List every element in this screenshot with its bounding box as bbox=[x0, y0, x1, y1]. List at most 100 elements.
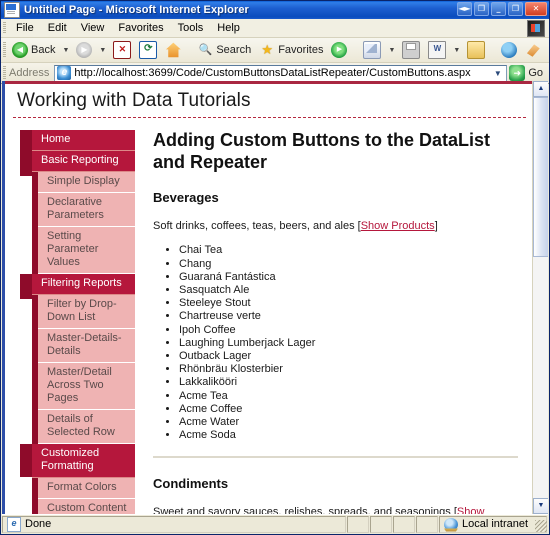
sidebar-item-basic-reporting[interactable]: Basic Reporting bbox=[32, 151, 135, 172]
menu-file[interactable]: File bbox=[9, 21, 41, 35]
refresh-icon bbox=[139, 41, 157, 59]
resize-grip[interactable] bbox=[535, 520, 547, 532]
sidebar-item-custom-content-gridview[interactable]: Custom Content in a GridView bbox=[38, 499, 135, 514]
messenger-button[interactable] bbox=[498, 41, 520, 59]
go-icon bbox=[509, 65, 525, 81]
media-button[interactable] bbox=[328, 41, 350, 59]
media-icon bbox=[331, 42, 347, 58]
window-group-button[interactable]: ❐ bbox=[474, 2, 489, 16]
menu-edit[interactable]: Edit bbox=[41, 21, 74, 35]
list-item: Guaraná Fantástica bbox=[179, 271, 518, 284]
menu-favorites[interactable]: Favorites bbox=[111, 21, 170, 35]
sidebar-nav: Home Basic Reporting Simple Display Decl… bbox=[5, 118, 135, 514]
sidebar-item-simple-display[interactable]: Simple Display bbox=[38, 172, 135, 193]
refresh-button[interactable] bbox=[136, 40, 160, 60]
address-label: Address bbox=[9, 67, 49, 79]
title-bar: Untitled Page - Microsoft Internet Explo… bbox=[1, 1, 549, 19]
show-products-link-beverages[interactable]: Show Products bbox=[361, 220, 435, 232]
page-viewport: Working with Data Tutorials Home Basic R… bbox=[2, 81, 548, 514]
sidebar-item-format-colors[interactable]: Format Colors bbox=[38, 478, 135, 499]
restore-group-button[interactable]: ◄► bbox=[457, 2, 472, 16]
favorites-button[interactable]: Favorites bbox=[256, 41, 326, 59]
security-zone-text: Local intranet bbox=[462, 518, 528, 530]
status-pad-3 bbox=[393, 516, 415, 533]
browser-window: Untitled Page - Microsoft Internet Explo… bbox=[0, 0, 550, 535]
ie-globe-icon bbox=[57, 66, 71, 80]
address-dropdown-icon[interactable]: ▼ bbox=[490, 66, 505, 81]
page-title: Adding Custom Buttons to the DataList an… bbox=[153, 130, 518, 174]
menu-help[interactable]: Help bbox=[210, 21, 247, 35]
list-item: Chartreuse verte bbox=[179, 310, 518, 323]
back-dropdown-icon[interactable]: ▼ bbox=[62, 47, 69, 54]
scroll-up-button[interactable]: ▲ bbox=[533, 81, 548, 97]
list-item: Acme Tea bbox=[179, 390, 518, 403]
maximize-button[interactable]: ❐ bbox=[508, 2, 523, 16]
back-button[interactable]: Back bbox=[9, 41, 58, 59]
forward-icon bbox=[76, 42, 92, 58]
category-description-text: Sweet and savory sauces, relishes, sprea… bbox=[153, 506, 457, 514]
sidebar-item-master-details-details[interactable]: Master-Details-Details bbox=[38, 329, 135, 363]
nav-section-customized-formatting: Customized Formatting Format Colors Cust… bbox=[20, 444, 135, 514]
status-pad-4 bbox=[416, 516, 438, 533]
search-label: Search bbox=[216, 44, 251, 56]
print-icon bbox=[402, 41, 420, 59]
sidebar-item-customized-formatting[interactable]: Customized Formatting bbox=[32, 444, 135, 478]
sidebar-item-details-of-selected-row[interactable]: Details of Selected Row bbox=[38, 410, 135, 444]
nav-section-filtering-reports: Filtering Reports Filter by Drop-Down Li… bbox=[20, 274, 135, 444]
vertical-scrollbar[interactable]: ▲ ▼ bbox=[532, 81, 548, 514]
window-controls: ◄► ❐ _ ❐ ✕ bbox=[457, 2, 547, 16]
scrollbar-track[interactable] bbox=[533, 97, 548, 498]
windows-flag-logo bbox=[527, 20, 545, 37]
home-button[interactable] bbox=[162, 41, 184, 59]
status-pad-2 bbox=[370, 516, 392, 533]
category-heading-beverages: Beverages bbox=[153, 190, 518, 205]
stop-button[interactable] bbox=[110, 40, 134, 60]
page-done-icon bbox=[7, 517, 21, 532]
list-item: Acme Water bbox=[179, 416, 518, 429]
list-item: Lakkalikööri bbox=[179, 376, 518, 389]
favorites-label: Favorites bbox=[278, 44, 323, 56]
status-message-cell: Done bbox=[2, 516, 346, 533]
web-page: Working with Data Tutorials Home Basic R… bbox=[5, 81, 532, 514]
sidebar-item-home[interactable]: Home bbox=[32, 130, 135, 151]
back-icon bbox=[12, 42, 28, 58]
menu-view[interactable]: View bbox=[74, 21, 112, 35]
status-text: Done bbox=[25, 518, 51, 530]
site-title: Working with Data Tutorials bbox=[5, 84, 532, 117]
status-pad-1 bbox=[347, 516, 369, 533]
encarta-button[interactable] bbox=[546, 40, 550, 60]
minimize-button[interactable]: _ bbox=[491, 2, 506, 16]
menu-tools[interactable]: Tools bbox=[171, 21, 211, 35]
forward-dropdown-icon[interactable]: ▼ bbox=[99, 47, 106, 54]
mail-button[interactable] bbox=[360, 40, 384, 60]
scroll-down-button[interactable]: ▼ bbox=[533, 498, 548, 514]
search-icon bbox=[197, 42, 213, 58]
edit-dropdown-icon[interactable]: ▼ bbox=[453, 47, 460, 54]
address-input[interactable]: http://localhost:3699/Code/CustomButtons… bbox=[54, 65, 507, 82]
sidebar-item-setting-parameter-values[interactable]: Setting Parameter Values bbox=[38, 227, 135, 274]
security-zone-cell[interactable]: Local intranet bbox=[439, 516, 547, 533]
category-description-tail: ] bbox=[435, 220, 438, 232]
edit-icon bbox=[428, 41, 446, 59]
go-button[interactable]: Go bbox=[509, 65, 549, 81]
forward-button[interactable] bbox=[73, 41, 95, 59]
mail-icon bbox=[363, 41, 381, 59]
sidebar-item-filter-by-drop-down-list[interactable]: Filter by Drop-Down List bbox=[38, 295, 135, 329]
scrollbar-thumb[interactable] bbox=[533, 97, 548, 257]
research-button[interactable] bbox=[522, 41, 544, 59]
close-button[interactable]: ✕ bbox=[525, 2, 547, 16]
list-item: Sasquatch Ale bbox=[179, 284, 518, 297]
edit-button[interactable] bbox=[425, 40, 449, 60]
mail-dropdown-icon[interactable]: ▼ bbox=[388, 47, 395, 54]
discuss-button[interactable] bbox=[464, 40, 488, 60]
sidebar-item-master-detail-across-two-pages[interactable]: Master/Detail Across Two Pages bbox=[38, 363, 135, 410]
back-label: Back bbox=[31, 44, 55, 56]
list-item: Outback Lager bbox=[179, 350, 518, 363]
category-description-beverages: Soft drinks, coffees, teas, beers, and a… bbox=[153, 219, 518, 234]
sidebar-item-declarative-parameters[interactable]: Declarative Parameters bbox=[38, 193, 135, 227]
search-button[interactable]: Search bbox=[194, 41, 254, 59]
navigation-toolbar: Back ▼ ▼ Search Favorites bbox=[1, 38, 549, 63]
list-item: Ipoh Coffee bbox=[179, 324, 518, 337]
print-button[interactable] bbox=[399, 40, 423, 60]
sidebar-item-filtering-reports[interactable]: Filtering Reports bbox=[32, 274, 135, 295]
